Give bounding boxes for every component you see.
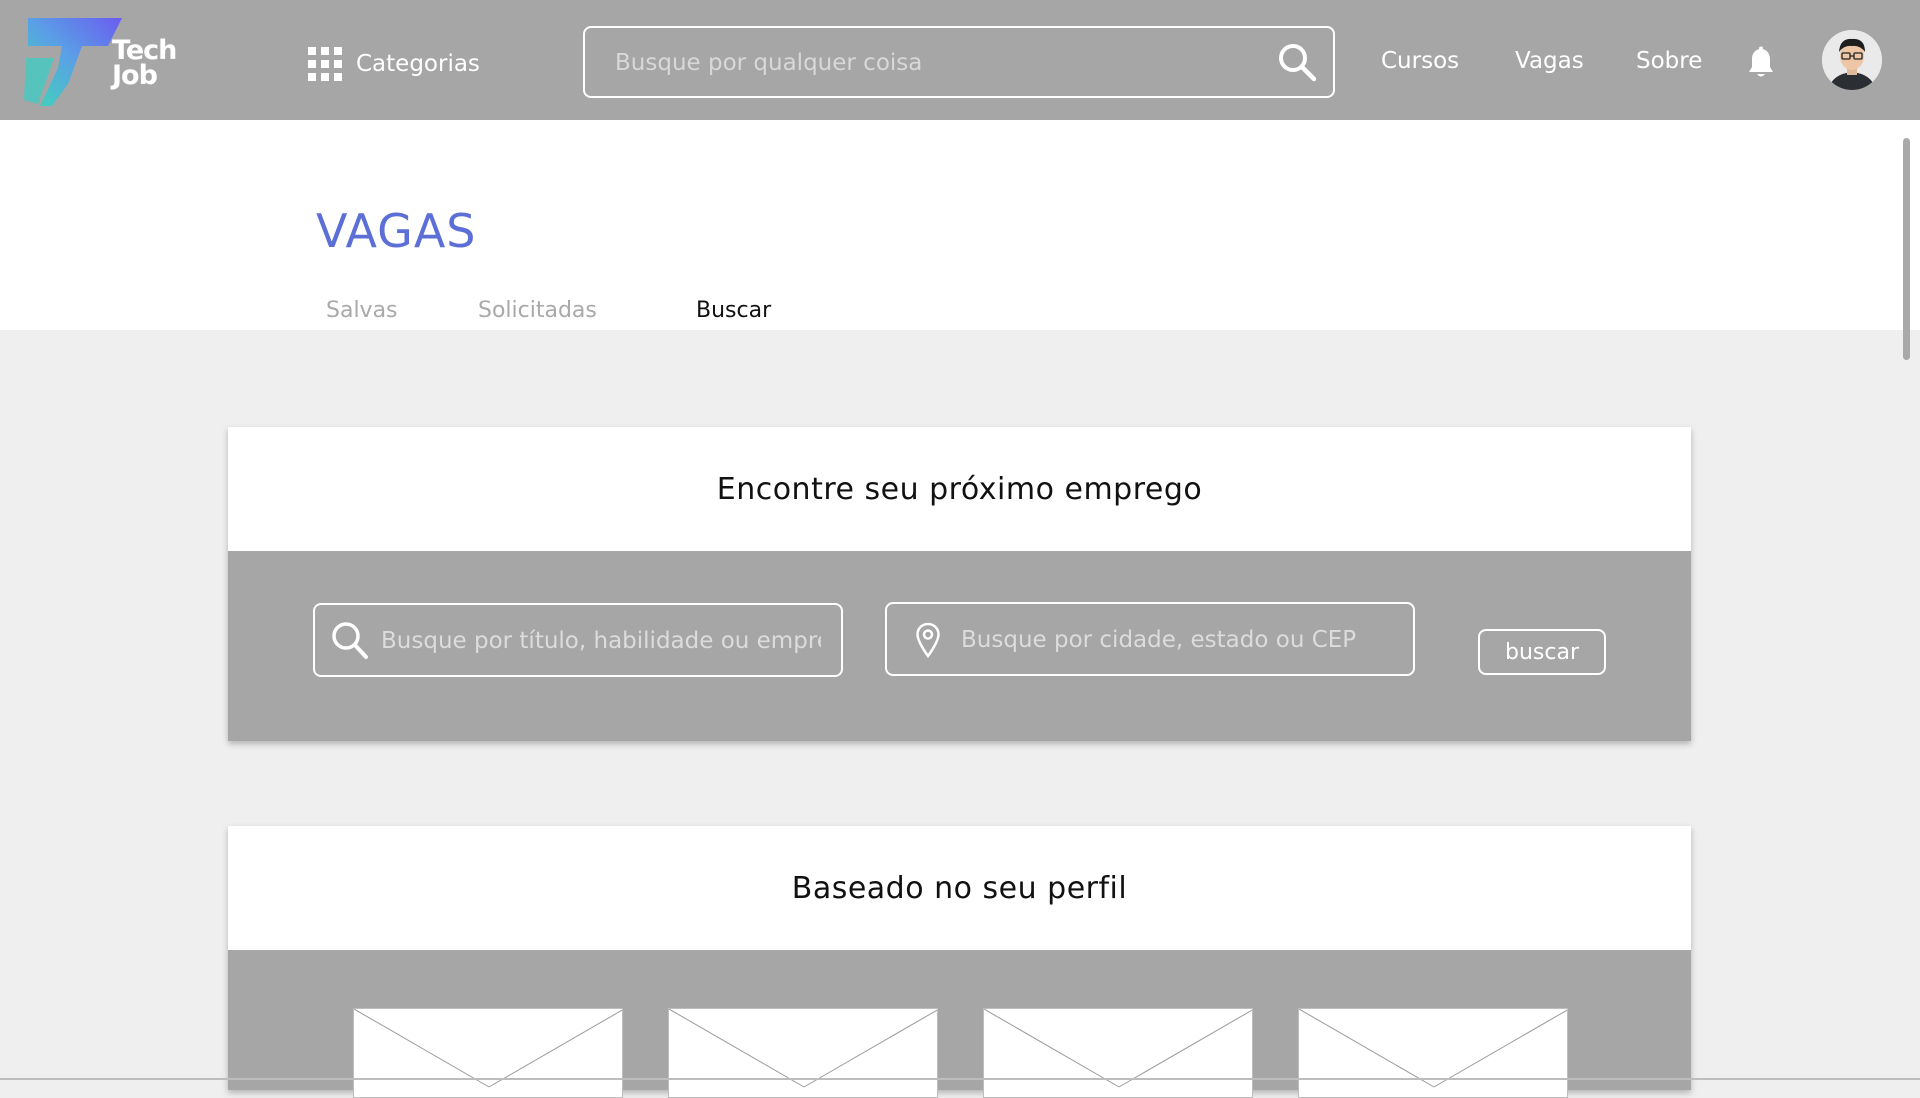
global-search-input[interactable] xyxy=(613,28,1257,98)
page-title: VAGAS xyxy=(316,204,477,258)
search-jobs-button[interactable]: buscar xyxy=(1478,629,1606,675)
nav-link-vagas[interactable]: Vagas xyxy=(1515,48,1584,74)
categories-label: Categorias xyxy=(356,51,480,77)
top-header: Tech Job Categorias Cursos Vagas Sobre xyxy=(0,0,1920,120)
logo-wordmark: Tech Job xyxy=(112,37,177,91)
image-placeholder-icon xyxy=(1299,1009,1567,1088)
image-placeholder-icon xyxy=(354,1009,622,1088)
job-thumbnail[interactable] xyxy=(983,1008,1253,1098)
global-search xyxy=(583,26,1335,98)
job-keyword-field xyxy=(313,603,843,677)
categories-menu[interactable]: Categorias xyxy=(308,44,480,84)
grid-icon xyxy=(308,47,342,81)
job-thumbnail[interactable] xyxy=(1298,1008,1568,1098)
search-icon[interactable] xyxy=(1277,42,1317,82)
page-header: VAGAS Salvas Solicitadas Buscar xyxy=(0,120,1920,330)
bell-icon[interactable] xyxy=(1746,46,1776,80)
search-icon xyxy=(332,622,368,659)
logo-word-job: Job xyxy=(112,60,158,91)
image-placeholder-icon xyxy=(669,1009,937,1088)
profile-recommendations-card: Baseado no seu perfil xyxy=(228,826,1691,1098)
nav-link-sobre[interactable]: Sobre xyxy=(1636,48,1702,74)
avatar-photo-icon xyxy=(1822,30,1882,90)
job-search-card: Encontre seu próximo emprego buscar xyxy=(228,427,1691,741)
profile-card-header: Baseado no seu perfil xyxy=(228,826,1691,950)
job-search-card-title: Encontre seu próximo emprego xyxy=(716,471,1203,507)
profile-card-title: Baseado no seu perfil xyxy=(791,870,1128,906)
job-location-field xyxy=(885,602,1415,676)
tab-buscar[interactable]: Buscar xyxy=(696,298,771,323)
tab-salvas[interactable]: Salvas xyxy=(326,298,398,323)
location-pin-icon xyxy=(916,622,940,658)
tab-solicitadas[interactable]: Solicitadas xyxy=(478,298,597,323)
job-keyword-input[interactable] xyxy=(379,605,823,677)
job-search-form: buscar xyxy=(228,551,1691,741)
page-scrollbar[interactable] xyxy=(1903,138,1910,360)
image-placeholder-icon xyxy=(984,1009,1252,1088)
job-location-input[interactable] xyxy=(959,604,1403,676)
user-avatar[interactable] xyxy=(1822,30,1882,90)
job-search-card-header: Encontre seu próximo emprego xyxy=(228,427,1691,551)
job-thumbnail[interactable] xyxy=(668,1008,938,1098)
job-thumbnail[interactable] xyxy=(353,1008,623,1098)
nav-link-cursos[interactable]: Cursos xyxy=(1381,48,1459,74)
techjob-logo[interactable]: Tech Job xyxy=(24,16,184,110)
recommended-jobs-row xyxy=(228,950,1691,1098)
